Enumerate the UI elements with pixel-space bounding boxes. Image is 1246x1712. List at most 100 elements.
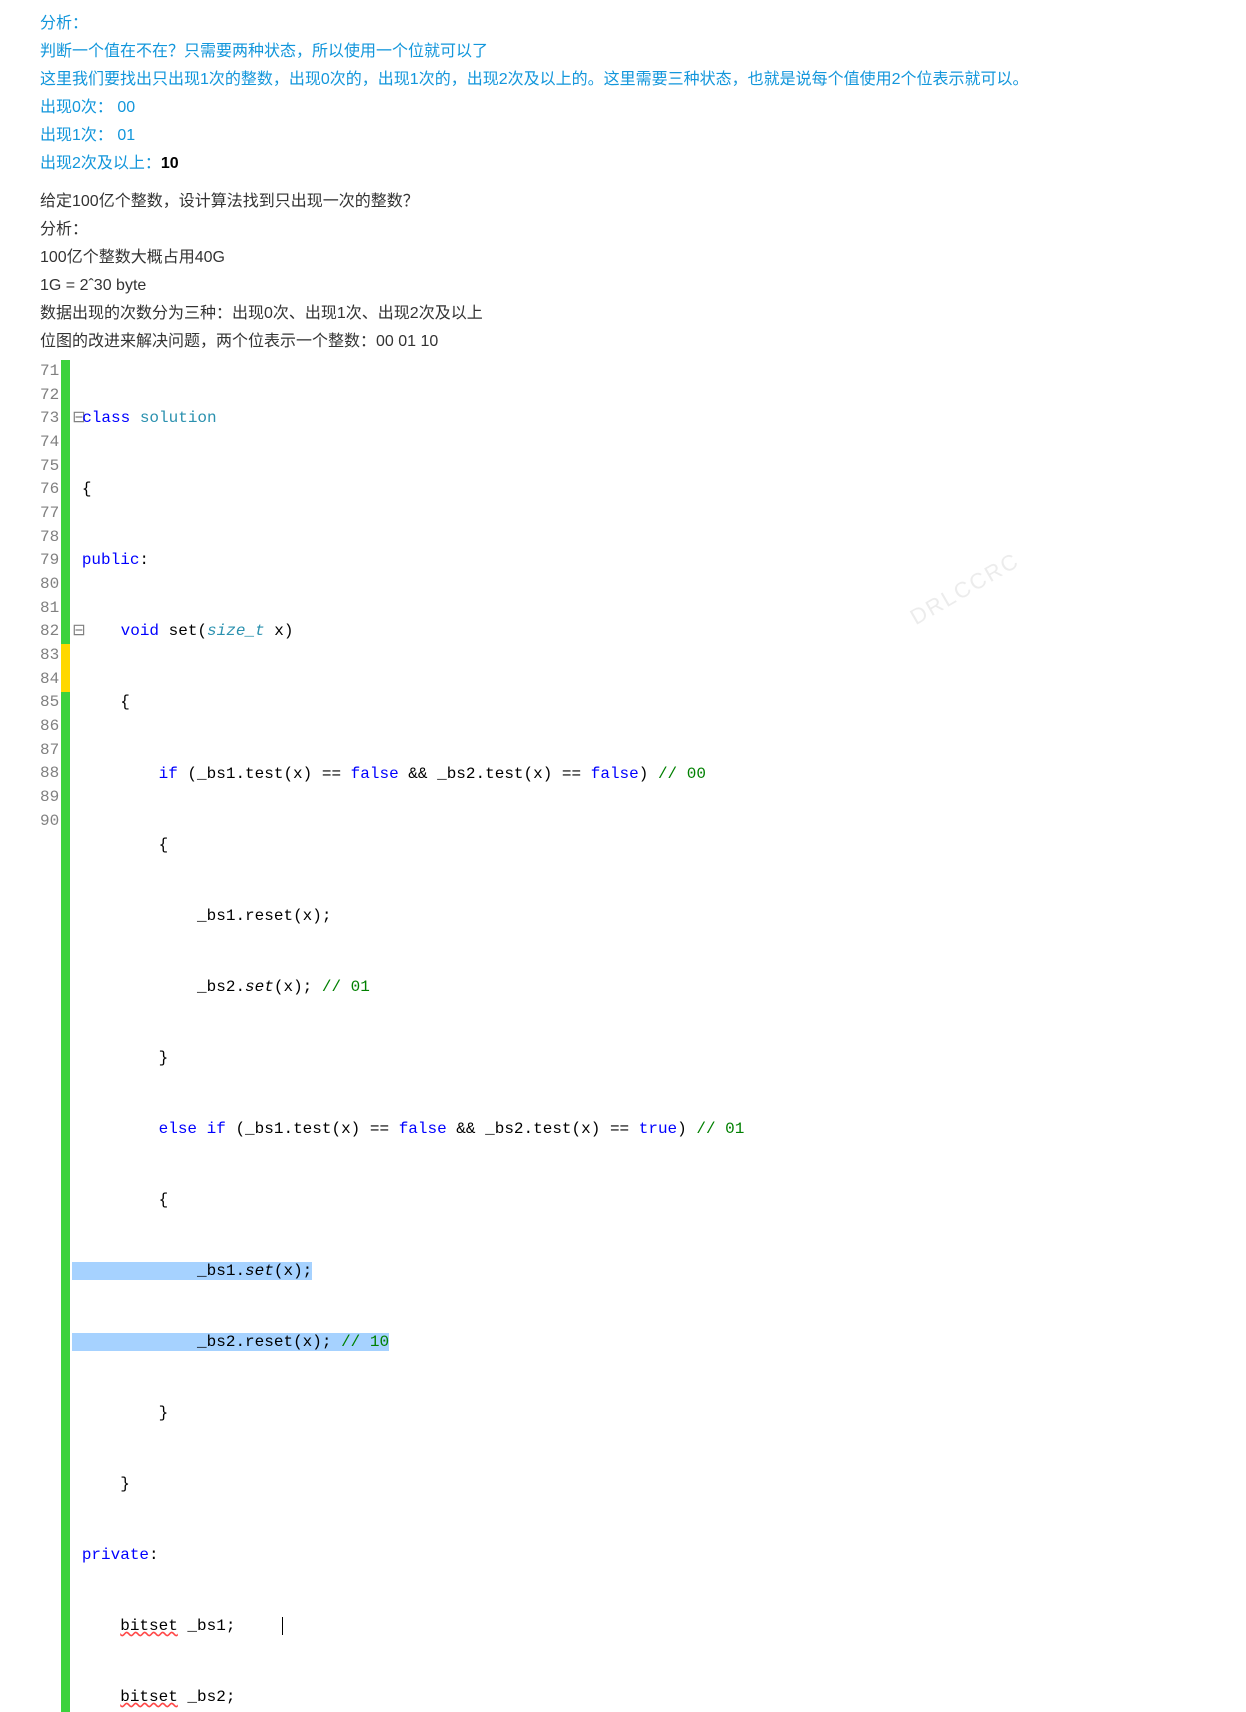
paren: ) xyxy=(639,765,658,783)
line-number: 75 xyxy=(40,455,59,479)
kw-void: void xyxy=(121,622,159,640)
line-number: 90 xyxy=(40,810,59,834)
paren: ( xyxy=(197,622,207,640)
line-number: 82 xyxy=(40,620,59,644)
text: (x) == xyxy=(524,765,591,783)
fn-set: set xyxy=(245,978,274,996)
analysis-line: 出现2次及以上：10 xyxy=(40,150,1206,178)
kw-false: false xyxy=(351,765,399,783)
paren: ( xyxy=(226,1120,245,1138)
fold-icon[interactable]: ⊟ xyxy=(72,620,82,644)
analysis-line: 这里我们要找出只出现1次的整数，出现0次的，出现1次的，出现2次及以上的。这里需… xyxy=(40,66,1206,94)
colon: : xyxy=(139,551,149,569)
problem-line: 1G = 2ˆ30 byte xyxy=(40,272,1206,300)
brace: { xyxy=(82,480,92,498)
line-number: 77 xyxy=(40,502,59,526)
line-number: 81 xyxy=(40,597,59,621)
text: (x) == xyxy=(331,1120,398,1138)
change-bar xyxy=(61,360,70,1712)
selection: _bs2.reset(x); // 10 xyxy=(72,1333,389,1351)
text: (x) == xyxy=(283,765,350,783)
line-number: 86 xyxy=(40,715,59,739)
analysis-line: 出现1次： 01 xyxy=(40,122,1206,150)
obj: _bs2. xyxy=(437,765,485,783)
obj: _bs1. xyxy=(245,1120,293,1138)
problem-line: 数据出现的次数分为三种：出现0次、出现1次、出现2次及以上 xyxy=(40,300,1206,328)
code-editor[interactable]: 71 72 73 74 75 76 77 78 79 80 81 82 83 8… xyxy=(40,360,1206,1712)
text: 出现2次及以上： xyxy=(40,155,161,172)
colon: : xyxy=(149,1546,159,1564)
op: && xyxy=(399,765,437,783)
problem-statement: 给定100亿个整数，设计算法找到只出现一次的整数？ 分析： 100亿个整数大概占… xyxy=(40,188,1206,356)
kw-false: false xyxy=(591,765,639,783)
analysis-line: 分析： xyxy=(40,10,1206,38)
text-cursor xyxy=(282,1617,283,1635)
brace: { xyxy=(159,1191,169,1209)
line-number: 79 xyxy=(40,549,59,573)
param: x xyxy=(265,622,284,640)
brace: { xyxy=(120,693,130,711)
brace: { xyxy=(159,836,169,854)
line-number: 80 xyxy=(40,573,59,597)
class-name: solution xyxy=(130,409,216,427)
kw-if: if xyxy=(159,765,178,783)
kw-false: false xyxy=(399,1120,447,1138)
problem-line: 给定100亿个整数，设计算法找到只出现一次的整数？ xyxy=(40,188,1206,216)
line-number: 87 xyxy=(40,739,59,763)
problem-line: 100亿个整数大概占用40G xyxy=(40,244,1206,272)
selection: _bs1.set(x); xyxy=(72,1262,312,1280)
fn: reset xyxy=(245,1333,293,1351)
line-number: 88 xyxy=(40,762,59,786)
fn: test xyxy=(485,765,523,783)
paren: ( xyxy=(178,765,197,783)
problem-line: 分析： xyxy=(40,216,1206,244)
line-number: 74 xyxy=(40,431,59,455)
var: _bs1; xyxy=(178,1617,236,1635)
obj: _bs2. xyxy=(197,1333,245,1351)
fn: test xyxy=(245,765,283,783)
line-number: 71 xyxy=(40,360,59,384)
var: _bs2; xyxy=(178,1688,236,1706)
analysis-text: 分析： 判断一个值在不在？只需要两种状态，所以使用一个位就可以了 这里我们要找出… xyxy=(40,10,1206,178)
brace: } xyxy=(159,1404,169,1422)
obj: _bs1. xyxy=(197,1262,245,1280)
text: (x); xyxy=(274,1262,312,1280)
kw-elseif: else if xyxy=(159,1120,226,1138)
paren: ) xyxy=(677,1120,696,1138)
problem-line: 位图的改进来解决问题，两个位表示一个整数：00 01 10 xyxy=(40,328,1206,356)
type-bitset: bitset xyxy=(120,1617,178,1635)
text: (x); xyxy=(293,907,331,925)
type: size_t xyxy=(207,622,265,640)
obj: _bs1. xyxy=(197,907,245,925)
line-number: 89 xyxy=(40,786,59,810)
line-number: 84 xyxy=(40,668,59,692)
line-number: 78 xyxy=(40,526,59,550)
op: && xyxy=(447,1120,485,1138)
comment: // 10 xyxy=(341,1333,389,1351)
line-number: 83 xyxy=(40,644,59,668)
brace: } xyxy=(159,1049,169,1067)
line-number: 73 xyxy=(40,407,59,431)
line-number: 72 xyxy=(40,384,59,408)
line-number-gutter: 71 72 73 74 75 76 77 78 79 80 81 82 83 8… xyxy=(40,360,61,1712)
fn: test xyxy=(293,1120,331,1138)
kw-private: private xyxy=(82,1546,149,1564)
code-content[interactable]: ⊟class solution { public: ⊟ void set(siz… xyxy=(70,360,1206,1712)
fn-name: set xyxy=(159,622,197,640)
paren: ) xyxy=(284,622,294,640)
fn: test xyxy=(533,1120,571,1138)
kw-class: class xyxy=(82,409,130,427)
text: (x); xyxy=(274,978,322,996)
line-number: 76 xyxy=(40,478,59,502)
comment: // 01 xyxy=(696,1120,744,1138)
text: (x); xyxy=(293,1333,341,1351)
text: (x) == xyxy=(572,1120,639,1138)
fn-set: set xyxy=(245,1262,274,1280)
fold-icon[interactable]: ⊟ xyxy=(72,407,82,431)
brace: } xyxy=(120,1475,130,1493)
obj: _bs2. xyxy=(485,1120,533,1138)
obj: _bs1. xyxy=(197,765,245,783)
obj: _bs2. xyxy=(197,978,245,996)
kw-public: public xyxy=(82,551,140,569)
kw-true: true xyxy=(639,1120,677,1138)
